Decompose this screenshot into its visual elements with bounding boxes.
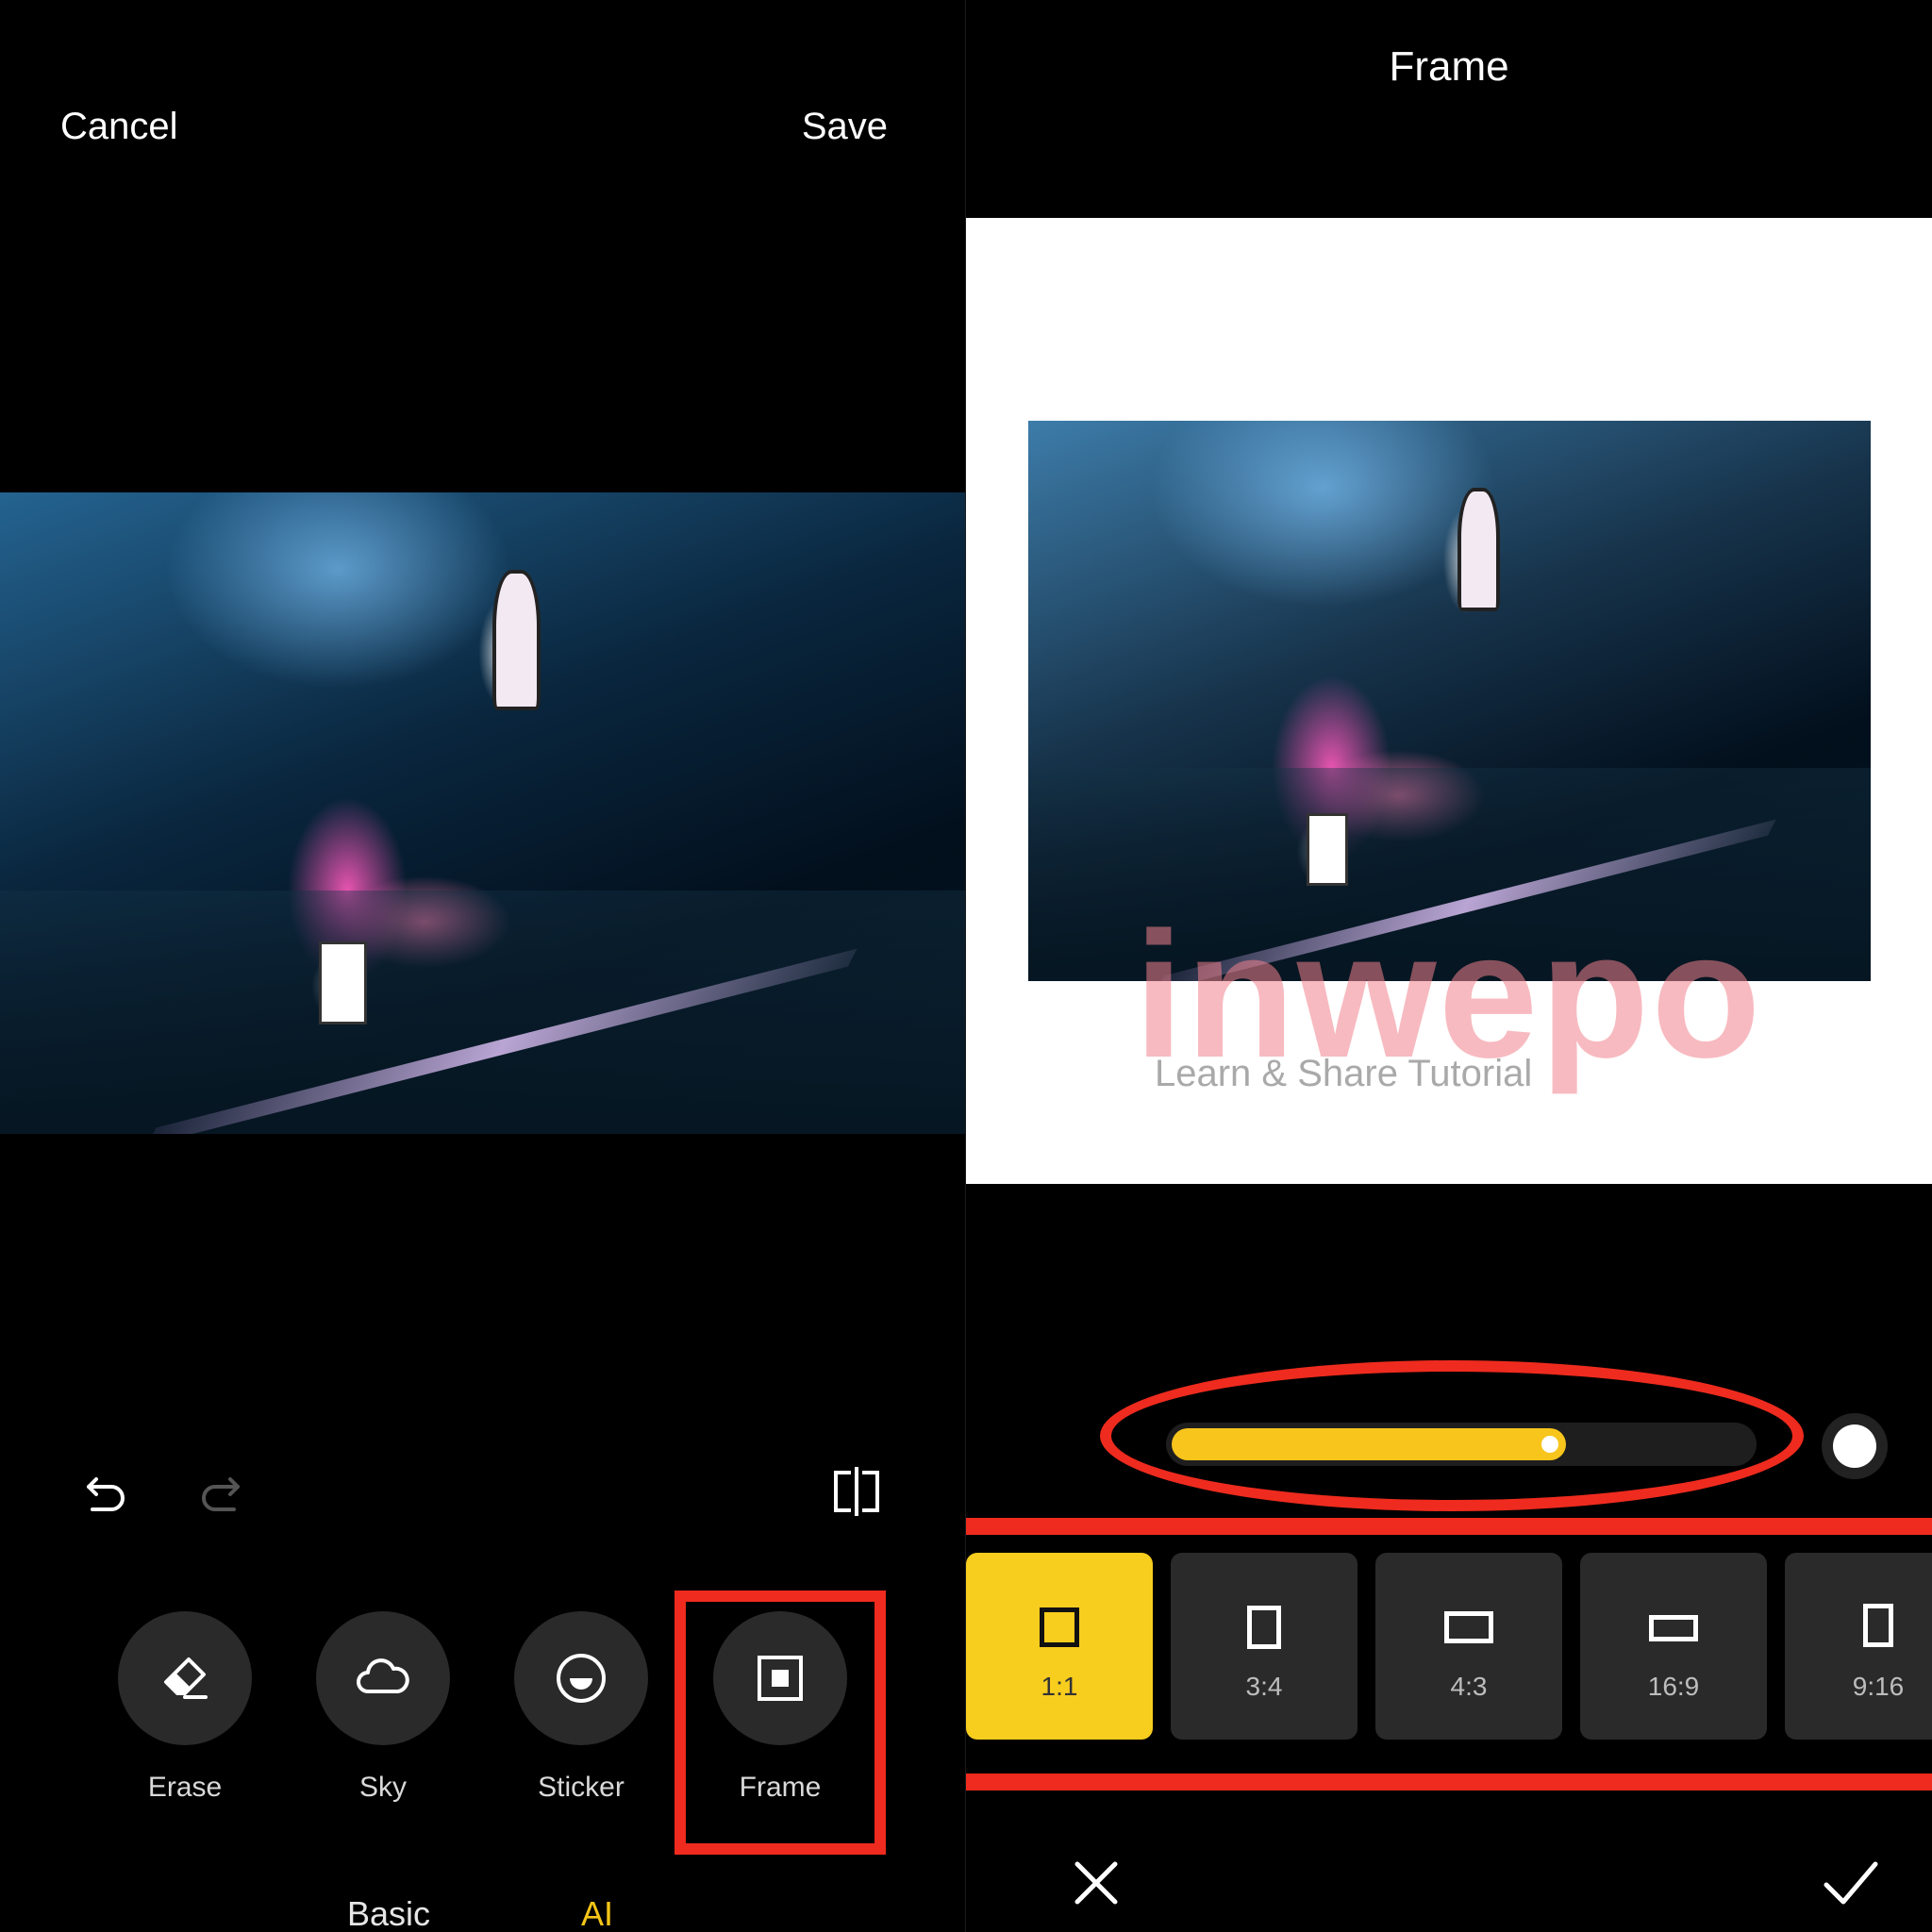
- checkmark-icon[interactable]: [1821, 1855, 1881, 1916]
- ratio-highlight-top: [966, 1518, 1932, 1535]
- tool-sticker-label: Sticker: [538, 1772, 625, 1803]
- ratio-1-1[interactable]: 1:1: [966, 1553, 1153, 1740]
- landscape-ratio-icon: [1444, 1611, 1493, 1643]
- ratio-label: 3:4: [1245, 1672, 1283, 1701]
- ratio-highlight-bottom: [966, 1774, 1932, 1790]
- color-swatch-ring: [1822, 1413, 1888, 1479]
- ratio-label: 9:16: [1852, 1672, 1905, 1701]
- tool-sticker[interactable]: Sticker: [510, 1611, 652, 1804]
- tool-sky-circle: [316, 1611, 450, 1745]
- eraser-icon: [164, 1657, 208, 1699]
- page-title: Frame: [1389, 43, 1509, 90]
- tab-ai[interactable]: AI: [581, 1894, 613, 1932]
- tool-erase-label: Erase: [147, 1772, 223, 1803]
- frame-highlight-annotation: [675, 1591, 886, 1855]
- frame-color-swatch[interactable]: [1809, 1412, 1900, 1480]
- compare-icon[interactable]: [830, 1467, 883, 1516]
- tool-erase-circle: [118, 1611, 252, 1745]
- photo-sign-small: [318, 941, 367, 1025]
- tall-ratio-icon: [1863, 1604, 1893, 1647]
- cancel-button[interactable]: Cancel: [60, 106, 178, 148]
- photo-road: [0, 890, 965, 1134]
- sticker-icon: [557, 1654, 606, 1703]
- ratio-3-4[interactable]: 3:4: [1171, 1553, 1357, 1740]
- tool-erase[interactable]: Erase: [114, 1611, 256, 1804]
- widescreen-ratio-icon: [1649, 1615, 1698, 1641]
- color-swatch-dot: [1833, 1424, 1876, 1468]
- square-ratio-icon: [1040, 1607, 1079, 1647]
- tool-sticker-circle: [514, 1611, 648, 1745]
- cloud-icon: [357, 1658, 409, 1693]
- editor-panel: Cancel Save Erase Sky Sticker Frame Basi…: [0, 0, 965, 1932]
- ratio-label: 16:9: [1647, 1672, 1700, 1701]
- photo-sign: [491, 569, 541, 711]
- close-icon[interactable]: [1068, 1855, 1124, 1916]
- redo-icon[interactable]: [196, 1470, 243, 1517]
- ratio-9-16[interactable]: 9:16: [1785, 1553, 1932, 1740]
- undo-icon[interactable]: [83, 1470, 130, 1517]
- ratio-label: 1:1: [1041, 1672, 1078, 1701]
- portrait-ratio-icon: [1247, 1606, 1281, 1649]
- watermark: inwepo Learn & Share Tutorial: [1134, 906, 1762, 1094]
- photo-preview: [0, 492, 965, 1134]
- save-button[interactable]: Save: [802, 106, 888, 148]
- frame-panel: Frame inwepo Learn & Share Tutorial 1:1 …: [966, 0, 1932, 1932]
- photo-sign: [1457, 488, 1501, 611]
- aspect-ratio-list: 1:1 3:4 4:3 16:9 9:16: [966, 1553, 1932, 1741]
- slider-highlight-annotation: [1100, 1360, 1804, 1511]
- tool-sky-label: Sky: [358, 1772, 407, 1803]
- ratio-16-9[interactable]: 16:9: [1580, 1553, 1767, 1740]
- tool-sky[interactable]: Sky: [312, 1611, 454, 1804]
- ratio-label: 4:3: [1450, 1672, 1488, 1701]
- tab-basic[interactable]: Basic: [347, 1894, 430, 1932]
- ratio-4-3[interactable]: 4:3: [1375, 1553, 1562, 1740]
- watermark-tagline: Learn & Share Tutorial: [1155, 1053, 1533, 1094]
- photo-sign-small: [1306, 812, 1349, 887]
